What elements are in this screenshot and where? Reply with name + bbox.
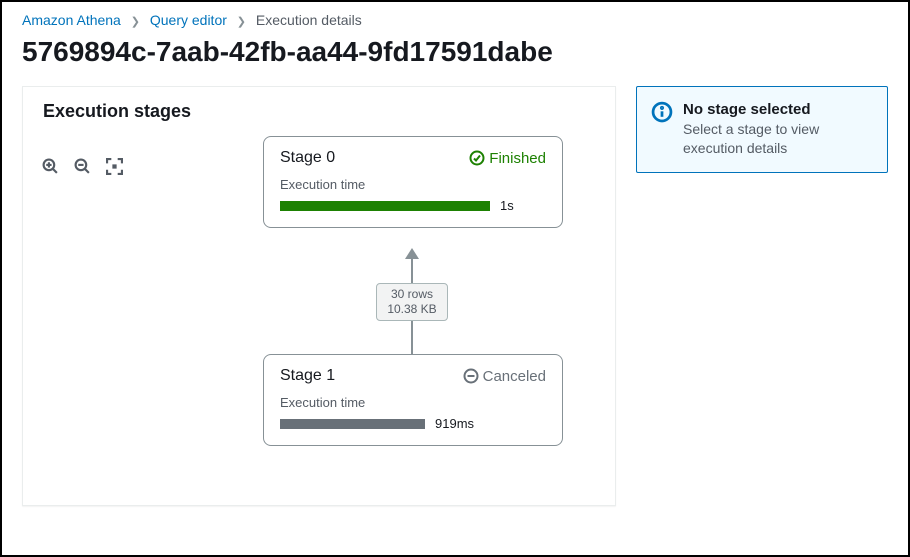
info-title: No stage selected <box>683 101 873 118</box>
edge-label: 30 rows 10.38 KB <box>376 283 447 321</box>
edge-rows: 30 rows <box>387 287 436 302</box>
status-text: Finished <box>489 150 546 167</box>
breadcrumb-link-query-editor[interactable]: Query editor <box>150 12 227 28</box>
details-sidebar: No stage selected Select a stage to view… <box>636 86 888 506</box>
execution-stages-panel: Execution stages Stage 0 Finished <box>22 86 616 506</box>
status-badge-finished: Finished <box>469 150 546 167</box>
execution-time-bar <box>280 201 490 211</box>
cancel-circle-icon <box>463 368 479 384</box>
status-badge-canceled: Canceled <box>463 368 546 385</box>
edge-size: 10.38 KB <box>387 302 436 317</box>
info-alert: No stage selected Select a stage to view… <box>636 86 888 173</box>
execution-time-label: Execution time <box>280 177 546 192</box>
page-title: 5769894c-7aab-42fb-aa44-9fd17591dabe <box>2 28 908 86</box>
breadcrumb: Amazon Athena ❯ Query editor ❯ Execution… <box>2 2 908 28</box>
breadcrumb-link-athena[interactable]: Amazon Athena <box>22 12 121 28</box>
check-circle-icon <box>469 150 485 166</box>
stage-card-0[interactable]: Stage 0 Finished Execution time 1s <box>263 136 563 228</box>
chevron-right-icon: ❯ <box>131 16 140 28</box>
stage-name: Stage 0 <box>280 149 335 167</box>
status-text: Canceled <box>483 368 546 385</box>
arrow-up-icon <box>405 248 419 259</box>
execution-time-value: 1s <box>500 198 514 213</box>
stage-connector: 30 rows 10.38 KB <box>411 248 413 354</box>
info-description: Select a stage to view execution details <box>683 120 873 158</box>
breadcrumb-current: Execution details <box>256 12 362 28</box>
chevron-right-icon: ❯ <box>237 16 246 28</box>
execution-time-label: Execution time <box>280 395 546 410</box>
stages-heading: Execution stages <box>23 87 615 132</box>
stage-card-1[interactable]: Stage 1 Canceled Execution time 919ms <box>263 354 563 446</box>
stage-name: Stage 1 <box>280 367 335 385</box>
info-icon <box>651 101 673 158</box>
stage-graph[interactable]: Stage 0 Finished Execution time 1s 30 ro… <box>23 132 615 492</box>
execution-time-value: 919ms <box>435 416 474 431</box>
execution-time-bar <box>280 419 425 429</box>
